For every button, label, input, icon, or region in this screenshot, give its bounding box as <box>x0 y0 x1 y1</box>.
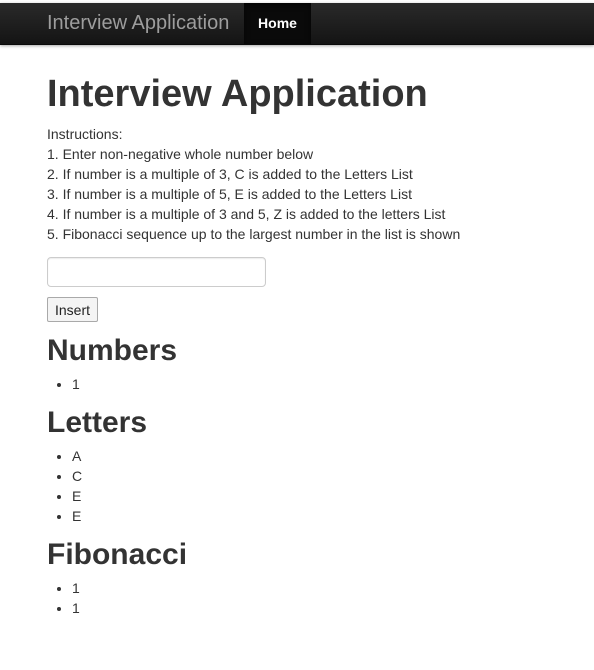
instructions: Instructions: 1. Enter non-negative whol… <box>47 124 567 244</box>
page-title: Interview Application <box>47 73 428 115</box>
fibonacci-list: 1 1 <box>47 578 567 618</box>
instruction-step-5: 5. Fibonacci sequence up to the largest … <box>47 226 461 242</box>
instruction-step-1: 1. Enter non-negative whole number below <box>47 146 314 162</box>
numbers-list: 1 <box>47 374 567 394</box>
fibonacci-list-item: 1 <box>72 598 567 618</box>
letters-list-item: E <box>72 486 567 506</box>
letters-heading: Letters <box>47 406 148 439</box>
letters-list-item: C <box>72 466 567 486</box>
instruction-step-4: 4. If number is a multiple of 3 and 5, Z… <box>47 206 446 222</box>
nav-item-home[interactable]: Home <box>244 3 311 44</box>
fibonacci-list-item: 1 <box>72 578 567 598</box>
numbers-heading: Numbers <box>47 334 178 367</box>
letters-list-item: E <box>72 506 567 526</box>
number-input[interactable] <box>47 257 266 287</box>
top-navbar: Interview Application Home <box>0 3 594 45</box>
navbar-brand[interactable]: Interview Application <box>47 12 229 35</box>
numbers-list-item: 1 <box>72 374 567 394</box>
letters-list-item: A <box>72 446 567 466</box>
fibonacci-heading: Fibonacci <box>47 538 188 571</box>
instruction-step-2: 2. If number is a multiple of 3, C is ad… <box>47 166 413 182</box>
letters-list: A C E E <box>47 446 567 526</box>
main-content: Interview Application Instructions: 1. E… <box>47 72 567 618</box>
insert-button[interactable]: Insert <box>47 297 99 322</box>
instructions-heading: Instructions: <box>47 126 123 142</box>
instruction-step-3: 3. If number is a multiple of 5, E is ad… <box>47 186 412 202</box>
